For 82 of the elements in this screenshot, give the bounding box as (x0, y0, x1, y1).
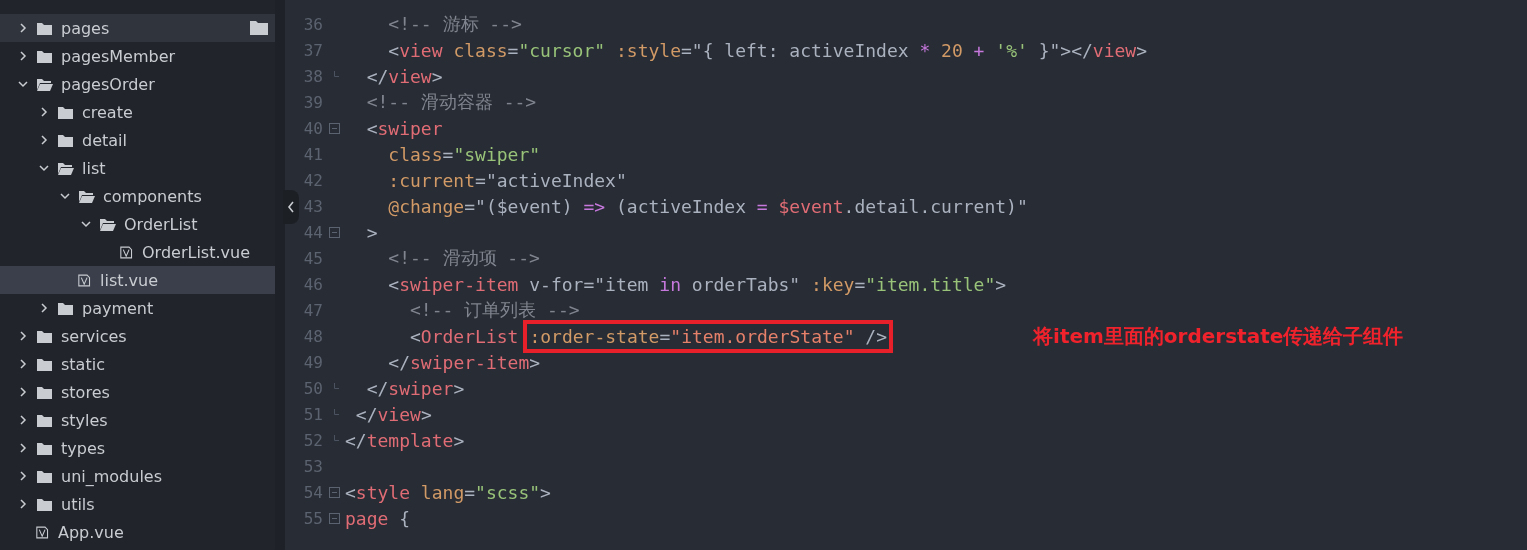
line-number: 41 (302, 144, 323, 164)
line-number: 53 (302, 456, 323, 476)
code-line: <OrderList :order-state="item.orderState" /> (345, 319, 894, 353)
line-number: 45 (302, 248, 323, 268)
tree-item[interactable]: stores (0, 378, 275, 406)
open-folder-icon (57, 160, 74, 176)
tree-item[interactable]: styles (0, 406, 275, 434)
tree-item[interactable]: components (0, 182, 275, 210)
line-number: 49 (302, 352, 323, 372)
open-folder-icon (99, 216, 116, 232)
folder-icon (36, 48, 53, 64)
code-line: @change="($event) => (activeIndex = $event.detail.current)" (387, 195, 1028, 217)
code-line: </swiper> (365, 377, 465, 399)
code-line: <!-- 游标 --> (387, 12, 522, 36)
vue-file-icon (120, 243, 134, 261)
folder-icon (36, 20, 53, 36)
line-number: 42 (302, 170, 323, 190)
line-number: 54 (302, 482, 323, 502)
open-folder-icon (36, 76, 53, 92)
tree-item[interactable]: OrderList.vue (0, 238, 275, 266)
folder-icon[interactable] (249, 20, 269, 36)
tree-item[interactable]: pagesOrder (0, 70, 275, 98)
tree-item[interactable]: list.vue (0, 266, 275, 294)
highlight-box: :order-state="item.orderState" /> (523, 319, 894, 353)
tree-item[interactable]: static (0, 350, 275, 378)
folder-icon (36, 496, 53, 512)
code-line: </view> (365, 65, 443, 87)
vue-file-icon (78, 271, 92, 289)
tree-item[interactable]: pagesMember (0, 42, 275, 70)
code-line: </swiper-item> (387, 351, 541, 373)
line-number: 50 (302, 378, 323, 398)
code-line: </template> (345, 429, 465, 451)
code-line: <view class="cursor" :style="{ left: activeIndex * 20 + '%' }"></view> (387, 39, 1148, 61)
folder-icon (57, 132, 74, 148)
line-number: 47 (302, 300, 323, 320)
folder-icon (36, 440, 53, 456)
tree-item[interactable]: detail (0, 126, 275, 154)
tree-item[interactable]: types (0, 434, 275, 462)
line-number: 46 (302, 274, 323, 294)
line-number: 36 (302, 14, 323, 34)
tree-item[interactable]: OrderList (0, 210, 275, 238)
code-line: <style lang="scss"> (345, 481, 551, 503)
tree-item[interactable]: services (0, 322, 275, 350)
annotation-text: 将item里面的orderstate传递给子组件 (1033, 322, 1404, 350)
tree-item[interactable]: payment (0, 294, 275, 322)
code-line: <!-- 订单列表 --> (409, 298, 580, 322)
line-number: 48 (302, 326, 323, 346)
code-line: <swiper (365, 117, 443, 139)
tree-item[interactable]: utils (0, 490, 275, 518)
folder-icon (36, 468, 53, 484)
open-folder-icon (78, 188, 95, 204)
folder-icon (36, 412, 53, 428)
code-line: <swiper-item v-for="item in orderTabs" :key="item.title"> (387, 273, 1007, 295)
code-line: class="swiper" (387, 143, 541, 165)
vue-file-icon (36, 523, 50, 541)
line-number: 44 (302, 222, 323, 242)
code-line: > (365, 221, 378, 243)
code-line: <!-- 滑动项 --> (387, 246, 540, 270)
line-number: 55 (302, 508, 323, 528)
folder-icon (57, 300, 74, 316)
folder-icon (36, 328, 53, 344)
line-number: 40 (302, 118, 323, 138)
code-line: page { (345, 507, 411, 529)
collapse-handle[interactable] (283, 190, 299, 224)
tree-item[interactable]: pages (0, 14, 275, 42)
tree-item[interactable]: App.vue (0, 518, 275, 546)
code-line: :current="activeIndex" (387, 169, 627, 191)
tree-item[interactable]: create (0, 98, 275, 126)
line-number: 37 (302, 40, 323, 60)
chevron-left-icon[interactable] (287, 201, 295, 213)
folder-icon (57, 104, 74, 120)
line-number: 38 (302, 66, 323, 86)
line-number: 51 (302, 404, 323, 424)
folder-icon (36, 356, 53, 372)
line-number: 43 (302, 196, 323, 216)
folder-icon (36, 384, 53, 400)
code-line: </view> (354, 403, 432, 425)
line-number: 39 (302, 92, 323, 112)
tree-item[interactable]: uni_modules (0, 462, 275, 490)
code-line: <!-- 滑动容器 --> (365, 90, 537, 114)
tree-item[interactable]: list (0, 154, 275, 182)
line-number: 52 (302, 430, 323, 450)
